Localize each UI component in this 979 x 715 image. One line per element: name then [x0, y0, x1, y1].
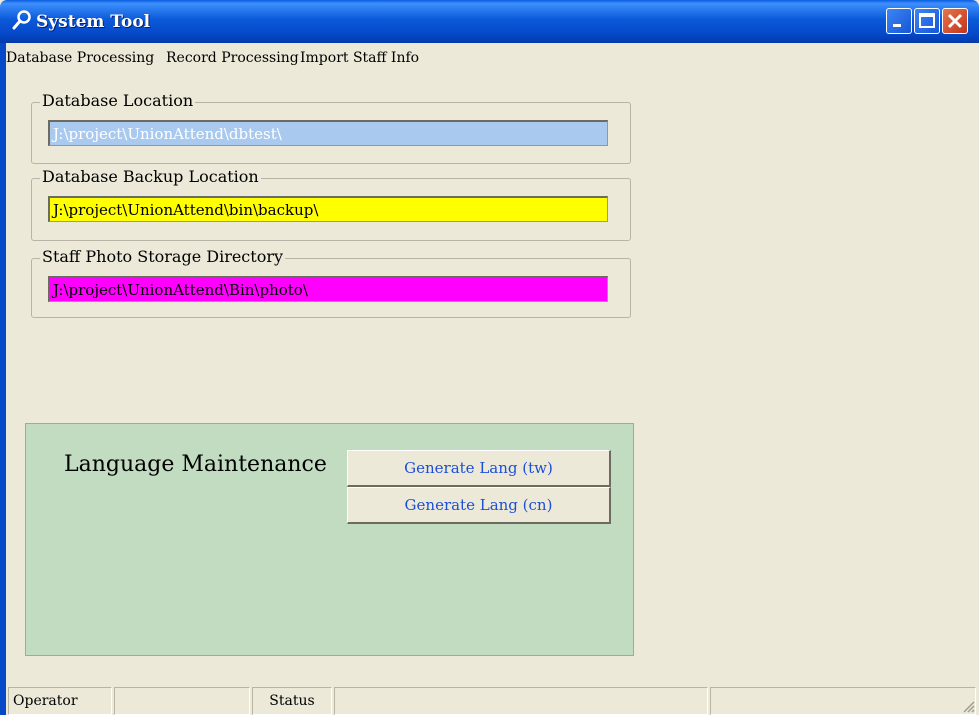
generate-lang-cn-button[interactable]: Generate Lang (cn): [347, 487, 611, 524]
photo-dir-field[interactable]: J:\project\UnionAttend\Bin\photo\: [48, 276, 608, 302]
wrench-icon: [12, 10, 31, 30]
menu-database-processing[interactable]: Database Processing: [6, 50, 154, 66]
window-border: [0, 43, 6, 715]
menu-bar: Database Processing Record Processing Im…: [6, 43, 973, 73]
photo-dir-label: Staff Photo Storage Directory: [40, 247, 286, 266]
minimize-button[interactable]: [886, 8, 912, 34]
operator-label: Operator: [8, 687, 112, 715]
status-extra: [710, 687, 976, 715]
close-icon: [947, 13, 963, 29]
status-bar: Operator Status: [6, 683, 979, 715]
resize-grip-icon[interactable]: [961, 699, 975, 713]
maximize-icon: [919, 13, 935, 28]
db-location-label: Database Location: [40, 91, 196, 110]
maximize-button[interactable]: [914, 8, 940, 34]
minimize-icon: [893, 24, 901, 27]
status-label: Status: [252, 687, 332, 715]
generate-lang-tw-button[interactable]: Generate Lang (tw): [347, 450, 611, 487]
language-title: Language Maintenance: [64, 452, 327, 477]
window-title: System Tool: [36, 12, 151, 32]
db-location-group: Database Location J:\project\UnionAttend…: [31, 91, 631, 164]
title-bar[interactable]: System Tool: [0, 0, 979, 43]
menu-record-processing[interactable]: Record Processing: [166, 50, 299, 66]
db-backup-group: Database Backup Location J:\project\Unio…: [31, 167, 631, 241]
photo-dir-group: Staff Photo Storage Directory J:\project…: [31, 247, 631, 318]
status-value: [334, 687, 708, 715]
language-panel: Language Maintenance Generate Lang (tw) …: [25, 423, 634, 656]
db-backup-field[interactable]: J:\project\UnionAttend\bin\backup\: [48, 196, 608, 222]
operator-value: [114, 687, 250, 715]
menu-import-staff-info[interactable]: Import Staff Info: [300, 50, 419, 66]
db-location-field[interactable]: J:\project\UnionAttend\dbtest\: [48, 120, 608, 146]
close-button[interactable]: [942, 8, 968, 34]
db-backup-label: Database Backup Location: [40, 167, 261, 186]
